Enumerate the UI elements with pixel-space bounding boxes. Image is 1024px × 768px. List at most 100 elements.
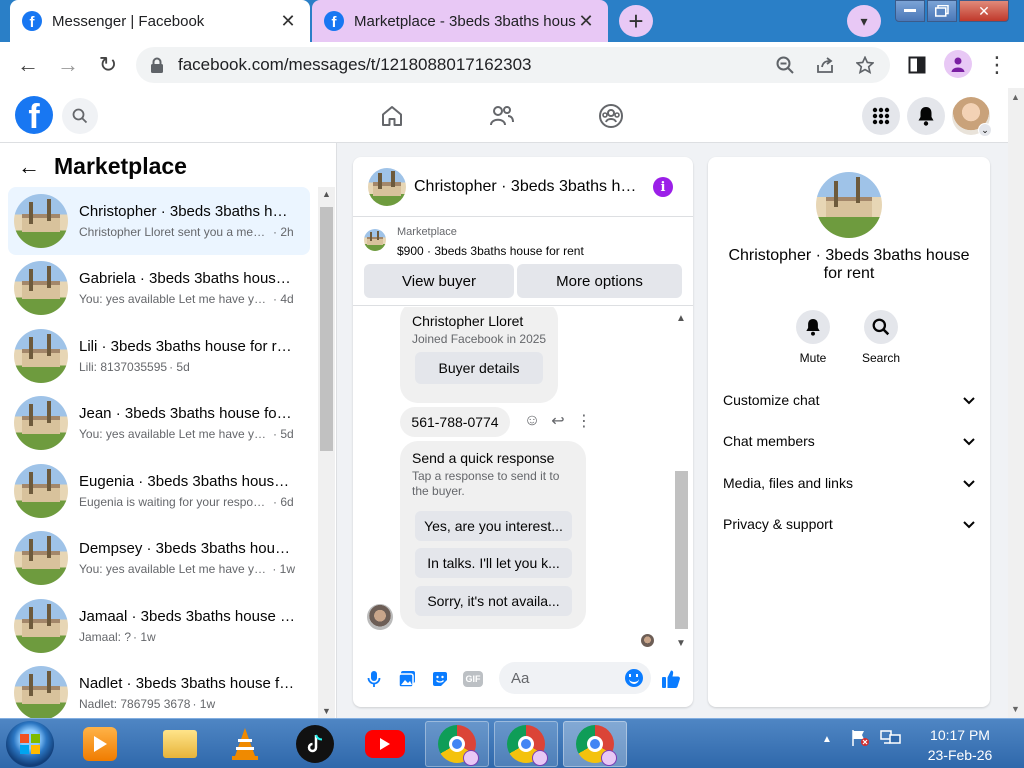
- phone-message[interactable]: 561-788-0774: [400, 407, 510, 437]
- quick-reply-button[interactable]: Sorry, it's not availa...: [415, 586, 572, 616]
- conversation-name: Gabriela · 3beds 3baths house for rent: [79, 270, 295, 288]
- notifications-button[interactable]: [907, 97, 945, 135]
- side-panel-icon[interactable]: [902, 50, 932, 80]
- tab-close-icon[interactable]: ✕: [576, 11, 596, 32]
- new-tab-button[interactable]: +: [619, 5, 653, 37]
- taskbar-clock[interactable]: 10:17 PM 23-Feb-26: [912, 725, 1008, 765]
- scroll-up-arrow-icon[interactable]: ▲: [676, 313, 686, 324]
- back-button[interactable]: ←: [13, 50, 43, 80]
- conversation-item[interactable]: Eugenia · 3beds 3baths house for rent Eu…: [8, 457, 310, 525]
- more-options-button[interactable]: More options: [517, 264, 682, 298]
- media-files-links-row[interactable]: Media, files and links: [723, 468, 975, 498]
- more-actions-icon[interactable]: ⋮: [571, 411, 597, 431]
- sticker-icon[interactable]: [430, 669, 450, 689]
- browser-tabstrip: f Messenger | Facebook ✕ f Marketplace -…: [0, 0, 1024, 42]
- tab-title: Marketplace - 3beds 3baths house for ren…: [354, 12, 576, 30]
- conversation-item[interactable]: Lili · 3beds 3baths house for rent Lili:…: [8, 322, 310, 390]
- conversation-scrollbar[interactable]: ▲ ▼: [318, 187, 335, 718]
- taskbar-chrome-window-active[interactable]: [563, 721, 627, 767]
- conversation-item[interactable]: Jamaal · 3beds 3baths house for rent Jam…: [8, 592, 310, 660]
- conversation-snippet: Christopher Lloret sent you a message: [79, 224, 271, 239]
- tab-close-icon[interactable]: ✕: [278, 11, 298, 32]
- page-scrollbar[interactable]: ▲ ▼: [1008, 88, 1024, 718]
- microphone-icon[interactable]: [364, 669, 384, 689]
- scroll-down-arrow-icon[interactable]: ▼: [1011, 704, 1020, 714]
- conversation-item[interactable]: Christopher · 3beds 3baths house for ren…: [8, 187, 310, 255]
- address-bar[interactable]: facebook.com/messages/t/1218088017162303: [136, 47, 890, 83]
- taskbar-chrome-window[interactable]: [494, 721, 558, 767]
- chat-title[interactable]: Christopher · 3beds 3baths house for ren…: [414, 178, 642, 196]
- facebook-logo-icon[interactable]: f: [15, 96, 53, 134]
- conversation-item[interactable]: Dempsey · 3beds 3baths house for rent Yo…: [8, 525, 310, 593]
- conversation-item[interactable]: Nadlet · 3beds 3baths house for rent Nad…: [8, 660, 310, 718]
- gif-icon[interactable]: GIF: [463, 671, 483, 687]
- network-icon[interactable]: [880, 729, 902, 750]
- clock-date: 23-Feb-26: [927, 747, 993, 763]
- scrollbar-thumb[interactable]: [320, 207, 333, 451]
- emoji-icon[interactable]: [625, 669, 643, 687]
- seen-indicator-avatar: [641, 634, 654, 647]
- taskbar-media-player[interactable]: [70, 721, 130, 767]
- profile-avatar-icon[interactable]: [944, 50, 972, 78]
- conversation-name: Dempsey · 3beds 3baths house for rent: [79, 540, 295, 558]
- scroll-down-arrow-icon[interactable]: ▼: [322, 706, 331, 716]
- back-arrow-icon[interactable]: ←: [18, 154, 40, 180]
- bookmark-star-icon[interactable]: [854, 54, 876, 76]
- zoom-icon[interactable]: [774, 54, 796, 76]
- reply-icon[interactable]: ↩: [545, 411, 571, 431]
- buyer-details-button[interactable]: Buyer details: [415, 352, 543, 384]
- scrollbar-thumb[interactable]: [675, 471, 688, 629]
- taskbar-chrome-window[interactable]: [425, 721, 489, 767]
- tab-marketplace[interactable]: f Marketplace - 3beds 3baths house for r…: [312, 0, 608, 42]
- home-icon[interactable]: [377, 101, 407, 131]
- taskbar-vlc[interactable]: [215, 721, 275, 767]
- menu-grid-button[interactable]: [862, 97, 900, 135]
- scroll-down-arrow-icon[interactable]: ▼: [676, 638, 686, 649]
- listing-thumbnail: [14, 328, 68, 383]
- share-icon[interactable]: [814, 54, 836, 76]
- customize-chat-row[interactable]: Customize chat: [723, 385, 975, 415]
- window-close-button[interactable]: ✕: [959, 0, 1009, 22]
- window-minimize-button[interactable]: [895, 0, 925, 22]
- privacy-support-row[interactable]: Privacy & support: [723, 509, 975, 539]
- quick-reply-button[interactable]: Yes, are you interest...: [415, 511, 572, 541]
- taskbar-file-explorer[interactable]: [150, 721, 210, 767]
- react-emoji-icon[interactable]: ☺: [519, 411, 545, 431]
- forward-button[interactable]: →: [53, 50, 83, 80]
- conversation-item[interactable]: Gabriela · 3beds 3baths house for rent Y…: [8, 255, 310, 323]
- taskbar-youtube[interactable]: [355, 721, 415, 767]
- taskbar-tiktok[interactable]: [285, 721, 345, 767]
- action-center-flag-icon[interactable]: [850, 729, 870, 750]
- window-restore-button[interactable]: [927, 0, 957, 22]
- thumbs-up-icon[interactable]: [661, 669, 681, 689]
- account-avatar[interactable]: ⌄: [952, 97, 992, 137]
- search-conversation-button[interactable]: Search: [851, 310, 911, 365]
- view-buyer-button[interactable]: View buyer: [364, 264, 514, 298]
- tab-search-chevron-icon[interactable]: ▾: [847, 5, 881, 37]
- listing-price[interactable]: $900 · 3beds 3baths house for rent: [397, 244, 584, 258]
- groups-icon[interactable]: [596, 101, 626, 131]
- photo-icon[interactable]: [397, 669, 417, 689]
- scroll-up-arrow-icon[interactable]: ▲: [322, 189, 331, 199]
- conversation-time: · 1w: [272, 562, 295, 577]
- tab-messenger[interactable]: f Messenger | Facebook ✕: [10, 0, 310, 42]
- show-hidden-icons-icon[interactable]: ▲: [822, 734, 832, 745]
- chat-avatar[interactable]: [368, 167, 406, 206]
- quick-response-title: Send a quick response: [412, 450, 555, 466]
- browser-menu-icon[interactable]: ⋮: [982, 50, 1012, 80]
- reload-button[interactable]: ↻: [93, 50, 123, 80]
- mute-button[interactable]: Mute: [783, 310, 843, 365]
- windows-start-button[interactable]: [6, 721, 54, 767]
- quick-reply-button[interactable]: In talks. I'll let you k...: [415, 548, 572, 578]
- friends-icon[interactable]: [487, 101, 517, 131]
- buyer-name: Christopher Lloret: [412, 313, 524, 329]
- conversation-name: Jean · 3beds 3baths house for rent: [79, 405, 295, 423]
- info-icon[interactable]: i: [653, 177, 673, 197]
- listing-thumbnail[interactable]: [364, 229, 386, 251]
- chat-members-row[interactable]: Chat members: [723, 426, 975, 456]
- sender-avatar: [367, 604, 393, 630]
- conversation-item[interactable]: Jean · 3beds 3baths house for rent You: …: [8, 390, 310, 458]
- scroll-up-arrow-icon[interactable]: ▲: [1011, 92, 1020, 102]
- thread-scrollbar[interactable]: ▲ ▼: [673, 311, 691, 649]
- facebook-search-button[interactable]: [62, 98, 98, 134]
